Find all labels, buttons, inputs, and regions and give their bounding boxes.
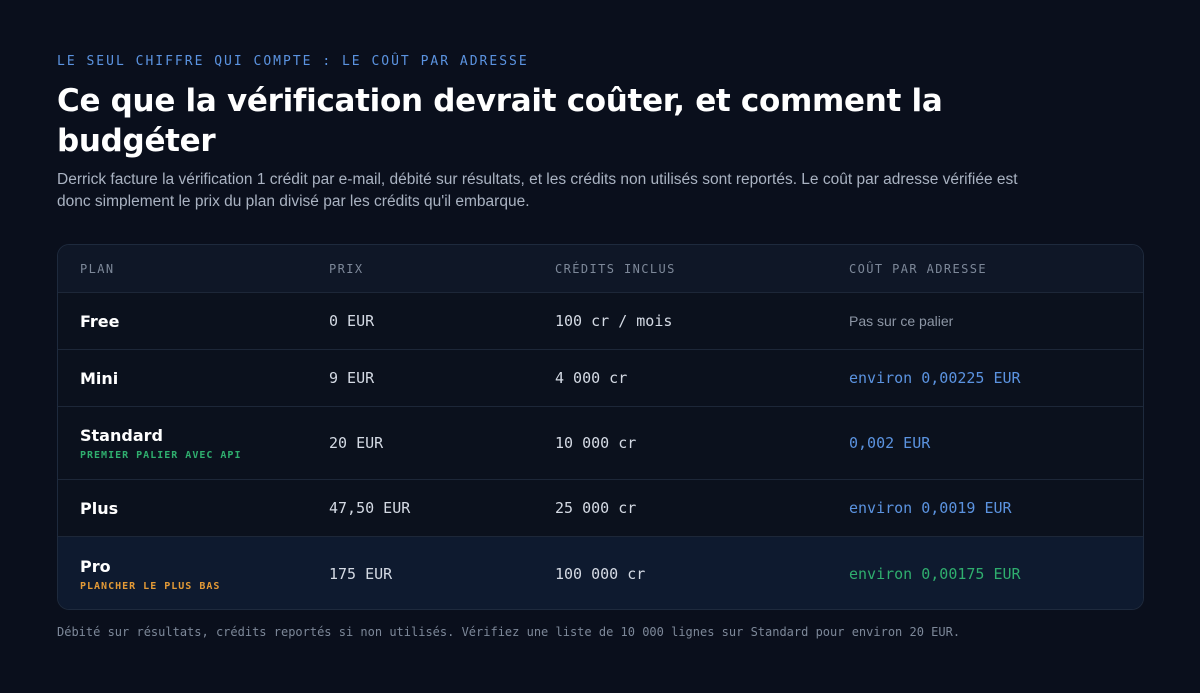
pricing-table: PLAN PRIX CRÉDITS INCLUS COÛT PAR ADRESS… bbox=[57, 244, 1144, 610]
page-title: Ce que la vérification devrait coûter, e… bbox=[57, 83, 943, 159]
plan-name: Free bbox=[80, 311, 120, 331]
plan-cost: 0,002 EUR bbox=[849, 434, 931, 452]
plan-price: 47,50 EUR bbox=[329, 499, 411, 517]
plan-cost: environ 0,00175 EUR bbox=[849, 565, 1021, 583]
plan-price: 20 EUR bbox=[329, 434, 384, 452]
plan-name: Standard bbox=[80, 425, 163, 445]
plan-name: Mini bbox=[80, 368, 119, 388]
table-row-mini: Mini 9 EUR 4 000 cr environ 0,00225 EUR bbox=[58, 349, 1143, 406]
table-footnote: Débité sur résultats, crédits reportés s… bbox=[57, 625, 961, 639]
table-row-pro: Pro PLANCHER LE PLUS BAS 175 EUR 100 000… bbox=[58, 536, 1143, 609]
header-credits: CRÉDITS INCLUS bbox=[555, 261, 676, 276]
plan-tag: PREMIER PALIER AVEC API bbox=[80, 449, 242, 461]
plan-credits: 100 cr / mois bbox=[555, 312, 673, 330]
eyebrow-label: LE SEUL CHIFFRE QUI COMPTE : LE COÛT PAR… bbox=[57, 54, 529, 69]
plan-name: Plus bbox=[80, 498, 119, 518]
plan-price: 0 EUR bbox=[329, 312, 375, 330]
page-subtitle: Derrick facture la vérification 1 crédit… bbox=[57, 171, 1018, 210]
plan-credits: 100 000 cr bbox=[555, 565, 646, 583]
header-price: PRIX bbox=[329, 261, 364, 276]
plan-price: 175 EUR bbox=[329, 565, 393, 583]
plan-tag: PLANCHER LE PLUS BAS bbox=[80, 580, 221, 592]
plan-cost: environ 0,0019 EUR bbox=[849, 499, 1012, 517]
plan-price: 9 EUR bbox=[329, 369, 375, 387]
plan-credits: 4 000 cr bbox=[555, 369, 628, 387]
header-plan: PLAN bbox=[80, 261, 115, 276]
table-header-row: PLAN PRIX CRÉDITS INCLUS COÛT PAR ADRESS… bbox=[58, 245, 1143, 292]
table-row-plus: Plus 47,50 EUR 25 000 cr environ 0,0019 … bbox=[58, 479, 1143, 536]
header-cost: COÛT PAR ADRESSE bbox=[849, 261, 987, 276]
plan-cost: environ 0,00225 EUR bbox=[849, 369, 1021, 387]
plan-credits: 10 000 cr bbox=[555, 434, 637, 452]
plan-credits: 25 000 cr bbox=[555, 499, 637, 517]
table-row-free: Free 0 EUR 100 cr / mois Pas sur ce pali… bbox=[58, 292, 1143, 349]
plan-name: Pro bbox=[80, 556, 111, 576]
plan-cost: Pas sur ce palier bbox=[849, 313, 954, 329]
table-row-standard: Standard PREMIER PALIER AVEC API 20 EUR … bbox=[58, 406, 1143, 479]
